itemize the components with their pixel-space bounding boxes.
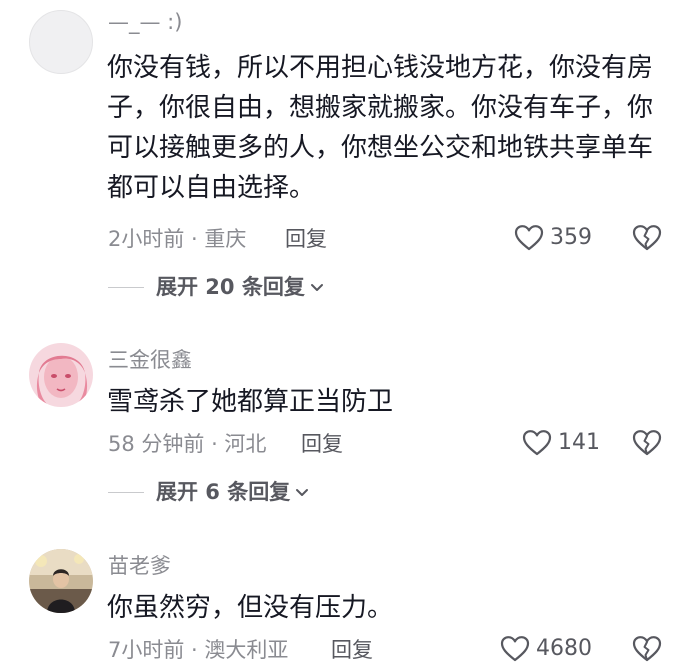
comment-text: 你虽然穷，但没有压力。 [107,593,394,623]
like-count: 4680 [536,636,592,661]
comment-meta: 7小时前 · 澳大利亚 [108,638,289,662]
comment-item: 苗老爹 你虽然穷，但没有压力。 7小时前 · 澳大利亚 回复 4680 [0,0,690,671]
heart-outline-icon [500,636,530,662]
broken-heart-icon [632,636,662,662]
comment-username[interactable]: 苗老爹 [108,554,171,578]
dislike-button[interactable] [632,635,662,667]
avatar[interactable] [29,549,93,613]
reply-button[interactable]: 回复 [331,637,373,663]
avatar-image [29,549,93,613]
like-button[interactable]: 4680 [500,635,592,663]
